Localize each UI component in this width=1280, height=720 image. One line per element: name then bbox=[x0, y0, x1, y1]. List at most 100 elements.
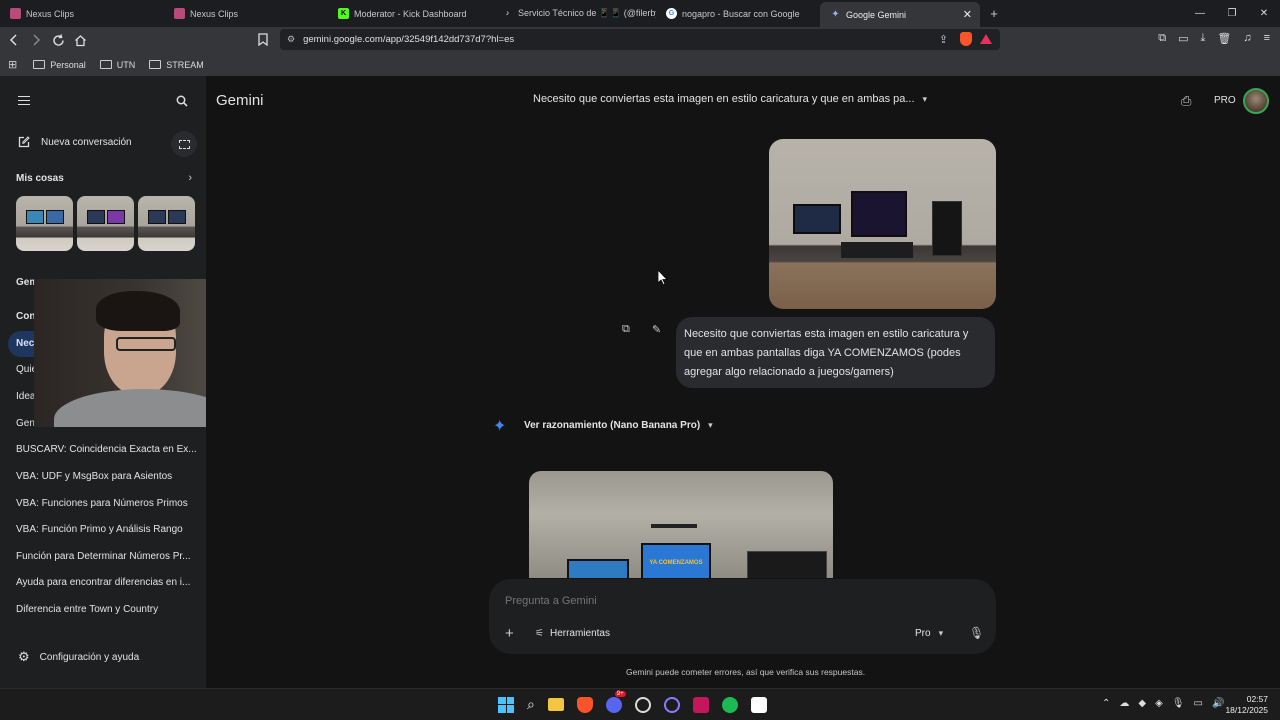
printer-icon[interactable]: ⎙ bbox=[1181, 93, 1191, 109]
edit-icon bbox=[18, 136, 30, 148]
brave-rewards-icon[interactable] bbox=[980, 34, 992, 44]
tab-title: nogapro - Buscar con Google bbox=[682, 8, 800, 19]
chat-title-dropdown[interactable]: Necesito que conviertas esta imagen en e… bbox=[533, 93, 927, 105]
generated-image[interactable]: YA COMENZAMOS bbox=[529, 471, 833, 578]
restore-icon[interactable]: ❐ bbox=[1216, 0, 1248, 27]
app-title[interactable]: Gemini bbox=[216, 92, 264, 109]
bookmark-page-icon[interactable] bbox=[258, 33, 268, 51]
my-stuff-thumbnail[interactable] bbox=[16, 196, 73, 251]
conversation-item[interactable]: VBA: UDF y MsgBox para Asientos bbox=[16, 471, 172, 482]
chevron-up-icon[interactable]: ⌃ bbox=[1102, 698, 1110, 709]
model-selector[interactable]: Pro ▾ bbox=[915, 628, 943, 639]
browser-tab-bar: Nexus Clips Nexus Clips K Moderator - Ki… bbox=[0, 0, 1280, 27]
trash-icon[interactable]: 🗑 bbox=[1217, 32, 1231, 45]
reasoning-label: Ver razonamiento (Nano Banana Pro) bbox=[524, 420, 701, 431]
obs-icon[interactable] bbox=[634, 696, 651, 713]
new-chat-label: Nueva conversación bbox=[41, 136, 132, 148]
clock[interactable]: 02:57 18/12/2025 bbox=[1222, 694, 1268, 716]
spotify-icon[interactable] bbox=[721, 696, 738, 713]
site-settings-icon[interactable]: ⚙ bbox=[287, 34, 295, 45]
my-stuff-thumbnail[interactable] bbox=[77, 196, 134, 251]
file-explorer-icon[interactable] bbox=[547, 698, 564, 711]
new-chat-button[interactable]: Nueva conversación bbox=[18, 136, 132, 148]
add-icon[interactable]: + bbox=[505, 625, 514, 642]
capcut-icon[interactable] bbox=[750, 696, 767, 713]
gemini-spark-icon: ✦ bbox=[493, 418, 507, 435]
conversation-item[interactable]: Nec bbox=[16, 338, 34, 349]
reload-icon[interactable] bbox=[48, 30, 68, 50]
brave-browser-icon[interactable] bbox=[576, 696, 593, 713]
clock-time: 02:57 bbox=[1246, 694, 1268, 704]
my-stuff-thumbnail[interactable] bbox=[138, 196, 195, 251]
browser-tab[interactable]: Nexus Clips bbox=[164, 0, 328, 27]
copy-icon[interactable]: ⧉ bbox=[622, 323, 630, 336]
conversation-item[interactable]: BUSCARV: Coincidencia Exacta en Ex... bbox=[16, 444, 197, 455]
uploaded-image[interactable] bbox=[769, 139, 996, 309]
mic-tray-icon[interactable]: 🎙 bbox=[1172, 698, 1185, 709]
browser-tab-active[interactable]: ✦ Google Gemini ✕ bbox=[820, 2, 980, 27]
app-circle-icon[interactable] bbox=[663, 696, 680, 713]
browser-tab[interactable]: K Moderator - Kick Dashboard bbox=[328, 0, 492, 27]
hamburger-menu-icon[interactable] bbox=[18, 96, 30, 105]
brave-shields-icon[interactable] bbox=[960, 32, 972, 46]
tray-app-icon[interactable]: ☁ bbox=[1119, 698, 1129, 709]
browser-tab[interactable]: Nexus Clips bbox=[0, 0, 164, 27]
close-tab-icon[interactable]: ✕ bbox=[963, 8, 972, 21]
windows-start-icon[interactable] bbox=[498, 696, 514, 713]
folder-icon bbox=[149, 60, 162, 69]
downloads-icon[interactable]: ⤓ bbox=[1200, 32, 1205, 45]
search-icon[interactable]: ⌕ bbox=[527, 696, 535, 713]
conversation-item[interactable]: VBA: Funciones para Números Primos bbox=[16, 498, 188, 509]
clock-date: 18/12/2025 bbox=[1225, 705, 1268, 715]
toolbar-right: ⧉ ▭ ⤓ 🗑 ♫ ≡ bbox=[1158, 32, 1270, 45]
bookmark-folder[interactable]: STREAM bbox=[149, 60, 204, 70]
menu-icon[interactable]: ≡ bbox=[1264, 32, 1270, 45]
settings-help-button[interactable]: ⚙ Configuración y ayuda bbox=[18, 649, 139, 665]
gen-monitor-main: YA COMENZAMOS bbox=[641, 543, 711, 578]
wallet-icon[interactable]: ▭ bbox=[1178, 32, 1188, 45]
url-text: gemini.google.com/app/32549f142dd737d7?h… bbox=[303, 34, 515, 45]
minimize-icon[interactable]: — bbox=[1184, 0, 1216, 27]
conversation-item[interactable]: Gen bbox=[16, 418, 35, 429]
conversation-item[interactable]: Diferencia entre Town y Country bbox=[16, 604, 158, 615]
extensions-icon[interactable]: ⧉ bbox=[1158, 32, 1166, 45]
media-icon[interactable]: ♫ bbox=[1243, 32, 1251, 45]
forward-icon[interactable] bbox=[26, 30, 46, 50]
edit-message-icon[interactable]: ✎ bbox=[652, 323, 661, 336]
bookmark-folder[interactable]: Personal bbox=[33, 60, 86, 70]
close-window-icon[interactable]: ✕ bbox=[1248, 0, 1280, 27]
conversation-item[interactable]: Ayuda para encontrar diferencias en i... bbox=[16, 577, 190, 588]
search-icon[interactable] bbox=[176, 94, 188, 112]
share-icon[interactable]: ⇪ bbox=[939, 33, 948, 46]
conversation-item[interactable]: VBA: Función Primo y Análisis Rango bbox=[16, 524, 183, 535]
address-bar[interactable]: ⚙ gemini.google.com/app/32549f142dd737d7… bbox=[280, 29, 1000, 50]
home-icon[interactable] bbox=[70, 30, 90, 50]
reasoning-toggle[interactable]: Ver razonamiento (Nano Banana Pro) ▾ bbox=[524, 420, 713, 431]
streaming-app-icon[interactable] bbox=[692, 696, 709, 713]
new-tab-button[interactable]: + bbox=[982, 6, 1006, 21]
discord-badge: 9+ bbox=[614, 690, 626, 697]
tools-button[interactable]: ⚟ Herramientas bbox=[535, 628, 610, 639]
nexus-favicon-icon bbox=[10, 8, 21, 19]
bookmark-folder[interactable]: UTN bbox=[99, 60, 135, 70]
apps-grid-icon[interactable]: ⊞ bbox=[8, 58, 17, 71]
browser-tab[interactable]: ♪ Servicio Técnico de 📱📱 (@filerbyte bbox=[492, 0, 656, 27]
discord-icon[interactable]: 9+ bbox=[605, 690, 626, 713]
photo-pc-tower bbox=[932, 201, 962, 256]
tab-title: Servicio Técnico de 📱📱 (@filerbyte bbox=[518, 8, 656, 18]
chat-input[interactable] bbox=[505, 591, 965, 611]
temporary-chat-button[interactable] bbox=[171, 131, 197, 157]
network-icon[interactable]: ▭ bbox=[1194, 698, 1203, 709]
browser-tab[interactable]: G nogapro - Buscar con Google bbox=[656, 0, 820, 27]
conversation-item[interactable]: Idea bbox=[16, 391, 35, 402]
my-stuff-header[interactable]: Mis cosas › bbox=[16, 172, 192, 184]
tray-wifi-icon[interactable]: ◈ bbox=[1155, 698, 1163, 709]
glasses bbox=[116, 337, 176, 351]
conversation-item[interactable]: Función para Determinar Números Pr... bbox=[16, 551, 191, 562]
folder-icon bbox=[33, 60, 46, 69]
microphone-icon[interactable]: 🎙 bbox=[969, 626, 984, 640]
avatar[interactable] bbox=[1243, 88, 1269, 114]
back-icon[interactable] bbox=[4, 30, 24, 50]
tab-title: Nexus Clips bbox=[26, 8, 75, 19]
tray-shield-icon[interactable]: ◆ bbox=[1138, 698, 1146, 709]
